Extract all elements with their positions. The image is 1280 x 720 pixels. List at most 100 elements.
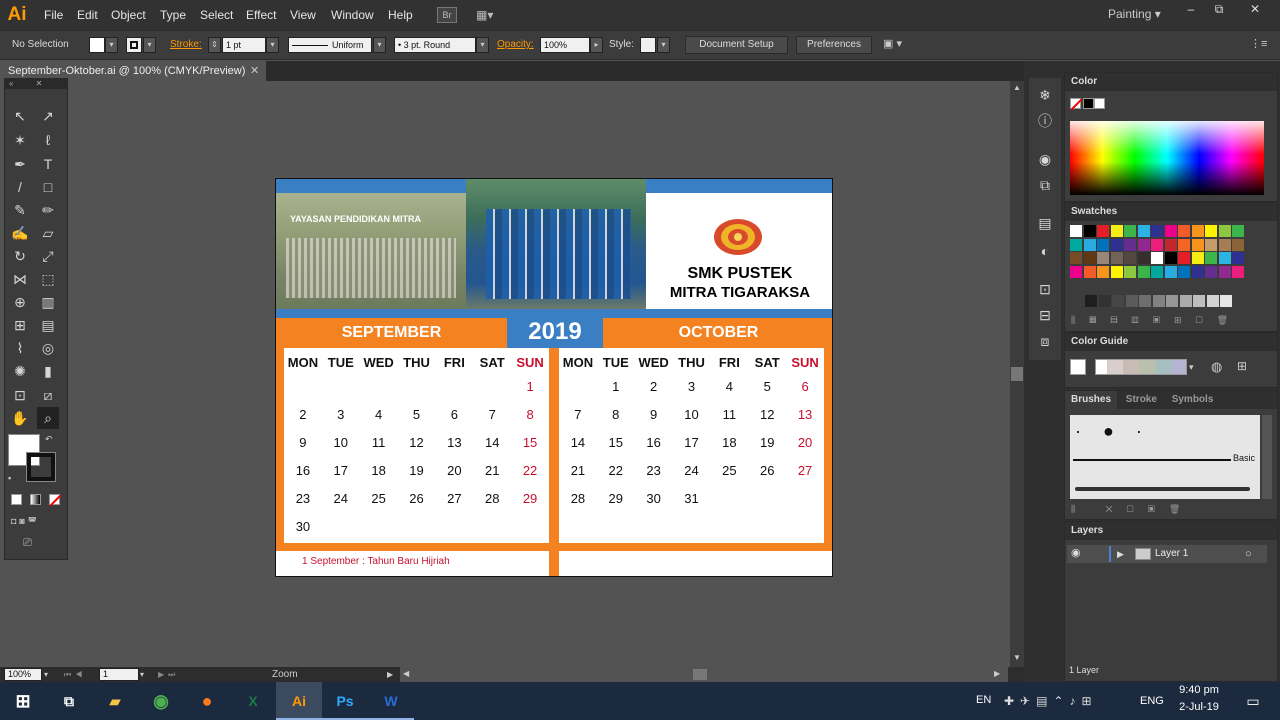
rotate-tool-icon[interactable]: ↻ [9, 245, 31, 267]
close-tab-icon[interactable]: ✕ [250, 61, 264, 81]
swatch[interactable] [1191, 238, 1204, 251]
swatch[interactable] [1083, 252, 1096, 264]
transparency-panel-icon[interactable]: ◐ [1034, 240, 1056, 262]
swatch[interactable] [1097, 225, 1109, 237]
scroll-left-icon[interactable]: ◀ [403, 669, 413, 680]
graphic-style-swatch[interactable] [640, 37, 656, 53]
charcoal-brush-stroke[interactable] [1075, 487, 1250, 491]
swatch[interactable] [1218, 238, 1231, 251]
column-graph-tool-icon[interactable]: ▮ [37, 360, 59, 382]
blend-tool-icon[interactable]: ◎ [37, 337, 59, 359]
system-tray-icons[interactable]: ✚✈▤⌃♪⊞ [1004, 682, 1134, 720]
gray-swatch[interactable] [1220, 295, 1232, 307]
windows-start-icon[interactable]: ⊞ [0, 682, 46, 720]
swatch[interactable] [1164, 252, 1177, 264]
swatch[interactable] [1137, 252, 1150, 264]
gray-swatch[interactable] [1085, 295, 1097, 307]
zoom-tool-icon[interactable]: ⌕ [37, 407, 59, 429]
brush-definition-select[interactable]: • 3 pt. Round [394, 37, 476, 53]
appearance-panel-icon[interactable]: ◉ [1034, 148, 1056, 170]
tab-symbols[interactable]: Symbols [1166, 391, 1220, 409]
excel-icon[interactable]: X [230, 682, 276, 720]
shape-builder-tool-icon[interactable]: ⊕ [9, 291, 31, 313]
hand-tool-icon[interactable]: ✋ [9, 407, 31, 429]
swatch[interactable] [1191, 225, 1204, 237]
status-menu-icon[interactable]: ▶ [387, 667, 397, 682]
stroke-profile-dropdown-icon[interactable]: ▾ [373, 37, 386, 53]
color-none-swatch[interactable] [1070, 98, 1083, 111]
chrome-icon[interactable]: ◉ [138, 682, 184, 720]
swatch[interactable] [1097, 265, 1109, 278]
swatch[interactable] [1110, 225, 1123, 237]
selection-tool-icon[interactable]: ↖ [9, 105, 31, 127]
swatch[interactable] [1097, 238, 1109, 251]
menu-view[interactable]: View [290, 0, 316, 30]
swatch[interactable] [1083, 238, 1096, 251]
swatch[interactable] [1164, 265, 1177, 278]
swatch[interactable] [1137, 238, 1150, 251]
swatch-panel-buttons[interactable]: ⫼▦▤▥▣⊞▢🗑 [1071, 315, 1271, 329]
fill-swatch[interactable] [89, 37, 105, 53]
swatch[interactable] [1205, 225, 1217, 237]
firefox-icon[interactable]: ● [184, 682, 230, 720]
swatch[interactable] [1097, 252, 1109, 264]
swatch[interactable] [1137, 265, 1150, 278]
opacity-label[interactable]: Opacity: [497, 30, 534, 60]
artboard-number-field[interactable]: 1 [99, 668, 139, 681]
swatch[interactable] [1164, 238, 1177, 251]
brush-dropdown-icon[interactable]: ▾ [476, 37, 489, 53]
swatch[interactable] [1205, 252, 1217, 264]
swatch[interactable] [1232, 252, 1244, 264]
workspace-switcher[interactable]: Painting ▾ [1108, 0, 1161, 30]
swatch[interactable] [1178, 225, 1190, 237]
document-setup-button[interactable]: Document Setup [685, 36, 788, 54]
gradient-panel-icon[interactable]: ▤ [1034, 212, 1056, 234]
direct-selection-tool-icon[interactable]: ↗ [37, 105, 59, 127]
stroke-profile-select[interactable]: Uniform [288, 37, 372, 53]
scroll-right-icon[interactable]: ▶ [994, 669, 1004, 680]
stroke-weight-dropdown-icon[interactable]: ▾ [266, 37, 279, 53]
swatch[interactable] [1070, 225, 1082, 237]
symbols-panel-icon[interactable]: ❄ [1034, 84, 1056, 106]
gray-swatch[interactable] [1166, 295, 1178, 307]
swatch[interactable] [1191, 265, 1204, 278]
bridge-button[interactable]: Br [437, 7, 457, 23]
menu-object[interactable]: Object [111, 0, 146, 30]
menu-window[interactable]: Window [331, 0, 374, 30]
swatch[interactable] [1218, 252, 1231, 264]
menu-help[interactable]: Help [388, 0, 413, 30]
artboard-next-icons[interactable]: ▶⏭ [158, 668, 192, 681]
symbol-sprayer-tool-icon[interactable]: ✺ [9, 360, 31, 382]
info-panel-icon[interactable]: ⓘ [1034, 110, 1056, 132]
free-transform-tool-icon[interactable]: ⬚ [37, 268, 59, 290]
swatch[interactable] [1218, 225, 1231, 237]
artboard-tool-icon[interactable]: ⊡ [9, 384, 31, 406]
swatch[interactable] [1164, 225, 1177, 237]
expand-layer-icon[interactable]: ▶ [1117, 546, 1129, 562]
pencil-tool-icon[interactable]: ✏ [37, 199, 59, 221]
blob-brush-tool-icon[interactable]: ✍ [9, 222, 31, 244]
swap-fill-stroke-icon[interactable]: ↶ [45, 434, 57, 446]
swatch[interactable] [1070, 252, 1082, 264]
color-white-swatch[interactable] [1094, 98, 1105, 109]
swatch[interactable] [1205, 265, 1217, 278]
swatch[interactable] [1218, 265, 1231, 278]
swatch[interactable] [1110, 265, 1123, 278]
color-spectrum[interactable] [1070, 121, 1264, 195]
swatch[interactable] [1151, 225, 1163, 237]
magic-wand-tool-icon[interactable]: ✶ [9, 129, 31, 151]
menu-type[interactable]: Type [160, 0, 186, 30]
arrange-documents-icon[interactable]: ▦▾ [476, 7, 502, 23]
brush-panel-buttons[interactable]: ⫼ ✕▢▣🗑 [1071, 504, 1271, 518]
swatch[interactable] [1070, 238, 1082, 251]
screen-mode-icon[interactable]: ⎚ [23, 537, 45, 551]
file-explorer-icon[interactable]: ▰ [92, 682, 138, 720]
save-color-group-icon[interactable]: ⊞ [1237, 359, 1255, 375]
clock-time[interactable]: 9:40 pm [1172, 684, 1226, 700]
illustrator-taskbar-icon[interactable]: Ai [276, 682, 322, 720]
color-black-swatch[interactable] [1083, 98, 1094, 109]
swatch[interactable] [1124, 265, 1136, 278]
opacity-dropdown-icon[interactable]: ▸ [590, 37, 603, 53]
swatch[interactable] [1110, 252, 1123, 264]
perspective-grid-tool-icon[interactable]: ▥ [37, 291, 59, 313]
